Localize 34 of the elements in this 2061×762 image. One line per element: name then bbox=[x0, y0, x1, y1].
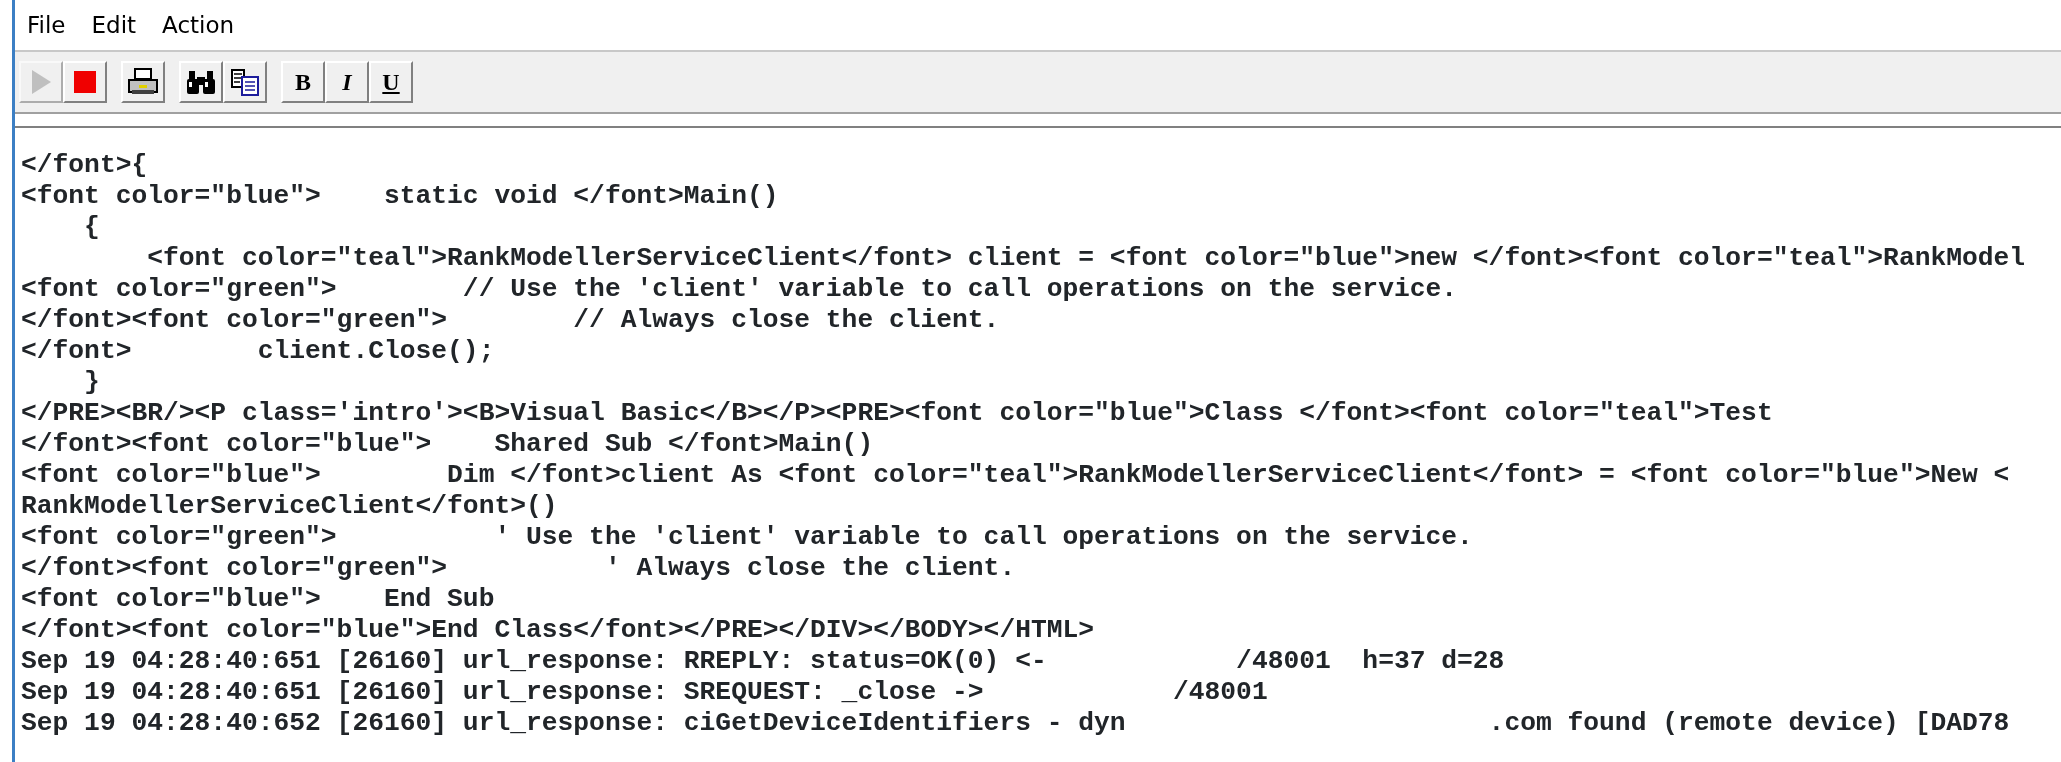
format-button[interactable]: I bbox=[325, 61, 369, 103]
stop-button[interactable] bbox=[63, 61, 107, 103]
log-line: </font><font color="blue">End Class</font></PRE></DIV></BODY></HTML> bbox=[21, 615, 1095, 646]
menu-item[interactable]: File bbox=[27, 7, 66, 43]
log-line: </font> client.Close(); bbox=[21, 336, 495, 367]
log-line: <font color="blue"> End Sub bbox=[21, 584, 495, 615]
format-button[interactable]: U bbox=[369, 61, 413, 103]
log-line: </PRE><BR/><P class='intro'><B>Visual Basic</B></P><PRE><font color="blue">Class </font><font color="teal">Test bbox=[21, 398, 1773, 429]
find-button[interactable] bbox=[179, 61, 223, 103]
log-line: } bbox=[83, 367, 100, 398]
log-line: Sep 19 04:28:40:652 [26160] url_response: ciGetDeviceIdentifiers - dyn .com found (remote device) [DAD78 bbox=[21, 708, 2010, 739]
log-line: <font color="blue"> static void </font>Main() bbox=[21, 181, 779, 212]
print-button[interactable] bbox=[121, 61, 165, 103]
log-line: <font color="blue"> Dim </font>client As <font color="teal">RankModellerServiceClient</font> = <font color="blue">New < bbox=[21, 460, 2010, 491]
log-line: Sep 19 04:28:40:651 [26160] url_response: RREPLY: status=OK(0) <- /48001 h=37 d=28 bbox=[21, 646, 1505, 677]
format-button[interactable]: B bbox=[281, 61, 325, 103]
log-line: </font><font color="green"> ' Always close the client. bbox=[21, 553, 1016, 584]
copy-button[interactable] bbox=[223, 61, 267, 103]
log-line: RankModellerServiceClient</font>() bbox=[21, 491, 558, 522]
log-line: </font><font color="green"> // Always close the client. bbox=[21, 305, 1000, 336]
menu-item[interactable]: Edit bbox=[91, 7, 137, 43]
log-line: <font color="green"> // Use the 'client' variable to call operations on the service. bbox=[21, 274, 1458, 305]
log-line: <font color="teal">RankModellerServiceClient</font> client = <font color="blue">new </font><font color="teal">RankModel bbox=[146, 243, 2026, 274]
log-line: { bbox=[83, 212, 100, 243]
log-line: <font color="green"> ' Use the 'client' variable to call operations on the service. bbox=[21, 522, 1473, 553]
copy-icon bbox=[230, 68, 260, 96]
log-line: Sep 19 04:28:40:651 [26160] url_response: SREQUEST: _close -> /48001 bbox=[21, 677, 1268, 708]
menu-item[interactable]: Action bbox=[162, 7, 235, 43]
binoculars-icon bbox=[186, 69, 216, 95]
log-line: </font>{ bbox=[21, 150, 148, 181]
printer-icon bbox=[127, 68, 159, 96]
stop-icon bbox=[74, 71, 96, 93]
log-line: </font><font color="blue"> Shared Sub </font>Main() bbox=[21, 429, 874, 460]
play-icon bbox=[29, 68, 53, 96]
